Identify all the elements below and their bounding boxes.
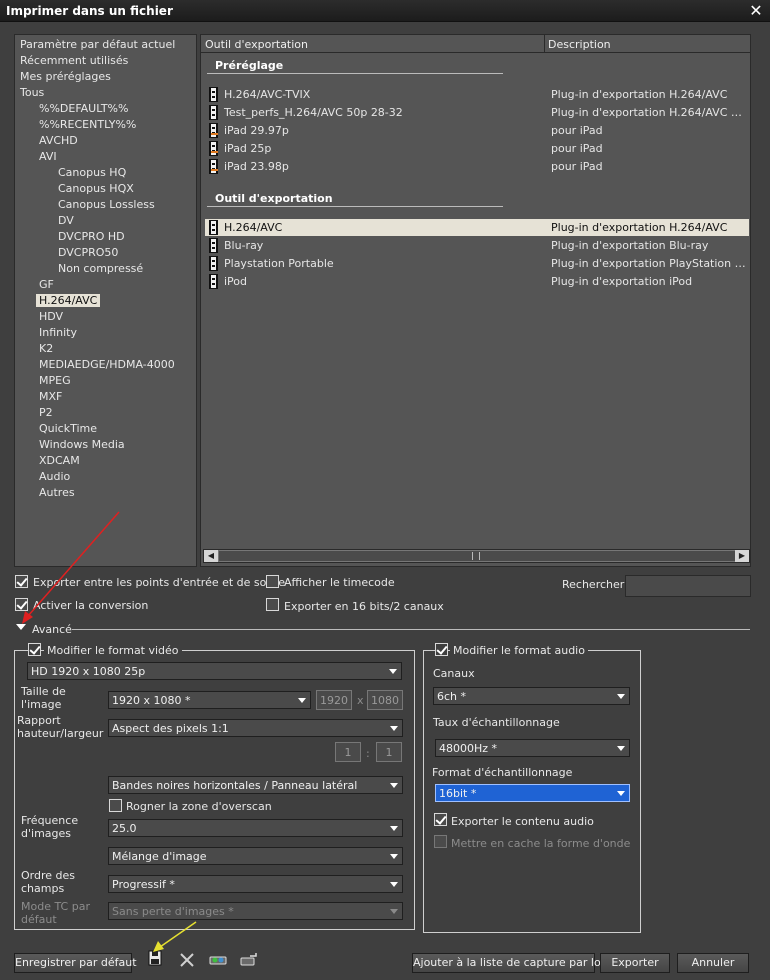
red-arrow-line — [27, 511, 120, 617]
annotation-arrows — [22, 511, 197, 952]
yellow-arrow-head — [153, 941, 164, 952]
yellow-arrow-line — [159, 921, 197, 948]
